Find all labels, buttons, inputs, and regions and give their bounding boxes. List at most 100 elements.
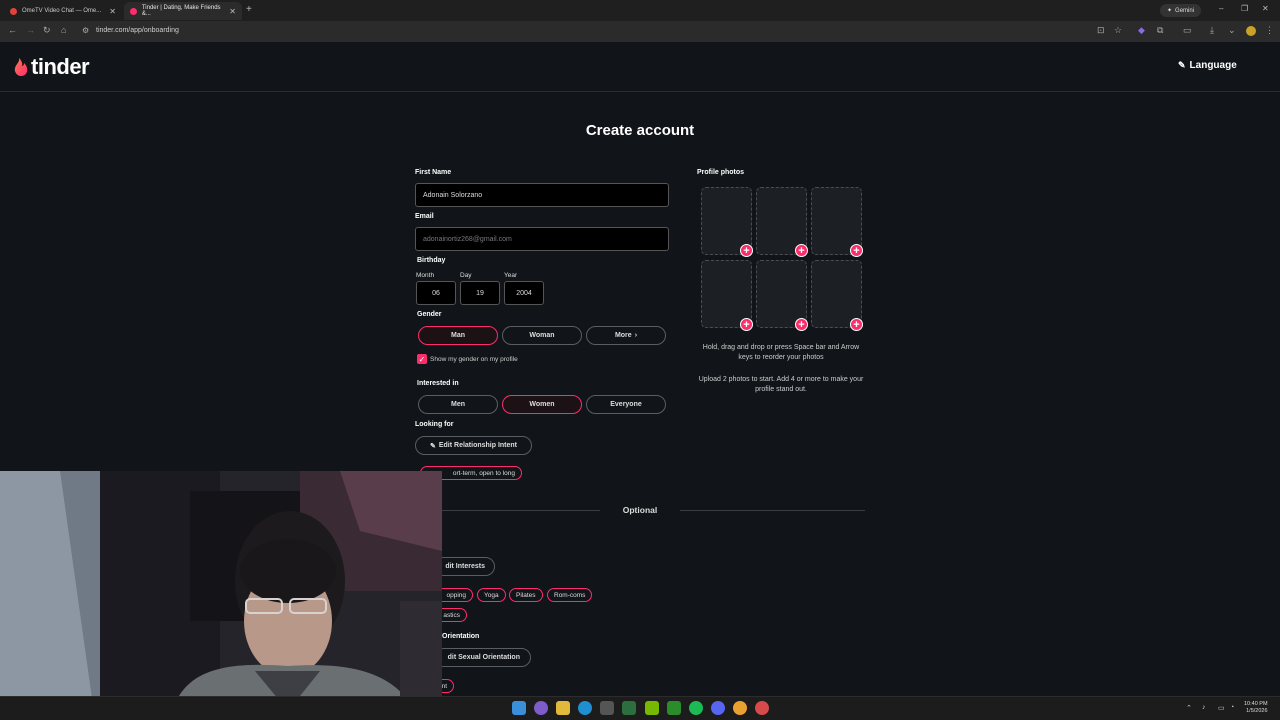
url-field[interactable]: tinder.com/app/onboarding bbox=[96, 27, 179, 34]
chevron-right-icon: › bbox=[634, 332, 638, 339]
gemini-button[interactable]: ✦ Gemini bbox=[1160, 4, 1202, 17]
language-label: Language bbox=[1189, 60, 1237, 71]
add-photo-icon[interactable]: + bbox=[850, 244, 863, 257]
start-icon[interactable] bbox=[512, 701, 526, 715]
minimize-button[interactable]: – bbox=[1219, 4, 1223, 13]
first-name-field[interactable]: Adonain Solorzano bbox=[415, 183, 669, 207]
edge-icon[interactable] bbox=[578, 701, 592, 715]
interest-chip: Pilates bbox=[509, 588, 543, 602]
copilot-icon[interactable] bbox=[534, 701, 548, 715]
profile-photos-label: Profile photos bbox=[697, 169, 745, 176]
close-window-button[interactable]: ✕ bbox=[1262, 4, 1269, 13]
button-label: Men bbox=[451, 401, 465, 408]
gender-woman-button[interactable]: Woman bbox=[502, 326, 582, 345]
add-photo-icon[interactable]: + bbox=[740, 318, 753, 331]
show-gender-checkbox[interactable]: ✓ bbox=[417, 354, 427, 364]
webcam-feed-image bbox=[0, 471, 442, 720]
button-label: Man bbox=[451, 332, 465, 339]
sparkle-icon: ✦ bbox=[1167, 8, 1173, 14]
tray-chevron-icon[interactable]: ⌃ bbox=[1186, 704, 1192, 712]
page-title: Create account bbox=[585, 122, 695, 139]
gemini-label: Gemini bbox=[1175, 7, 1195, 14]
add-photo-icon[interactable]: + bbox=[740, 244, 753, 257]
gender-man-button[interactable]: Man bbox=[418, 326, 498, 345]
email-field[interactable]: adonainortiz268@gmail.com bbox=[415, 227, 669, 251]
bookmark-star-icon[interactable]: ☆ bbox=[1114, 25, 1122, 36]
site-header: tinder ✎ Language bbox=[0, 42, 1280, 92]
tinder-logo[interactable]: tinder bbox=[14, 54, 90, 80]
tab-tinder[interactable]: Tinder | Dating, Make Friends &... ✕ bbox=[124, 2, 242, 20]
nvidia-icon[interactable] bbox=[645, 701, 659, 715]
close-icon[interactable]: ✕ bbox=[229, 7, 236, 16]
add-photo-icon[interactable]: + bbox=[795, 244, 808, 257]
edit-sexual-orientation-button[interactable]: dit Sexual Orientation bbox=[430, 648, 531, 667]
profile-avatar[interactable] bbox=[1246, 26, 1256, 36]
tab-search-icon[interactable]: ⌄ bbox=[1228, 25, 1236, 36]
menu-dots-icon[interactable]: ⋮ bbox=[1265, 25, 1274, 36]
side-panel-icon[interactable]: ▭ bbox=[1183, 25, 1192, 36]
flame-icon bbox=[14, 58, 28, 76]
back-icon[interactable]: ← bbox=[8, 25, 17, 35]
language-button[interactable]: ✎ Language bbox=[1178, 60, 1237, 71]
button-label: Women bbox=[529, 401, 555, 408]
gender-label: Gender bbox=[417, 311, 442, 318]
tinder-favicon-icon bbox=[130, 7, 137, 15]
system-clock[interactable]: 10:40 PM 1/5/2026 bbox=[1244, 701, 1268, 715]
first-name-label: First Name bbox=[415, 169, 452, 176]
extension-icon[interactable]: ◆ bbox=[1138, 25, 1145, 36]
tab-title: Tinder | Dating, Make Friends &... bbox=[141, 5, 221, 17]
day-field[interactable]: 19 bbox=[460, 281, 500, 305]
ometv-favicon-icon bbox=[10, 7, 17, 15]
year-field[interactable]: 2004 bbox=[504, 281, 544, 305]
show-gender-label: Show my gender on my profile bbox=[430, 356, 518, 363]
upload-hint: Upload 2 photos to start. Add 4 or more … bbox=[698, 376, 864, 393]
spotify-icon[interactable] bbox=[689, 701, 703, 715]
restore-button[interactable]: ❐ bbox=[1241, 4, 1248, 13]
site-info-icon[interactable]: ⚙ bbox=[82, 26, 89, 35]
network-icon[interactable]: ◔ bbox=[1230, 704, 1234, 711]
home-icon[interactable]: ⌂ bbox=[61, 25, 66, 35]
year-label: Year bbox=[504, 272, 518, 279]
add-photo-icon[interactable]: + bbox=[850, 318, 863, 331]
clock-time: 10:40 PM bbox=[1244, 701, 1268, 707]
optional-label: Optional bbox=[600, 505, 680, 515]
chrome-icon[interactable] bbox=[733, 701, 747, 715]
translate-icon: ✎ bbox=[1178, 60, 1186, 70]
install-app-icon[interactable]: ⊡ bbox=[1097, 25, 1105, 36]
tab-ometv[interactable]: OmeTV Video Chat — Ome... ✕ bbox=[4, 2, 122, 20]
month-field[interactable]: 06 bbox=[416, 281, 456, 305]
mic-icon[interactable]: ♪ bbox=[1202, 704, 1206, 711]
windows-taskbar: ⌃ ♪ ▭ ◔ 10:40 PM 1/5/2026 bbox=[0, 696, 1280, 720]
download-icon[interactable]: ⤓ bbox=[1210, 25, 1214, 36]
looking-for-label: Looking for bbox=[415, 421, 454, 428]
xbox-icon[interactable] bbox=[667, 701, 681, 715]
button-label: Everyone bbox=[610, 401, 642, 408]
interested-everyone-button[interactable]: Everyone bbox=[586, 395, 666, 414]
button-label: Woman bbox=[529, 332, 555, 339]
month-label: Month bbox=[416, 272, 435, 279]
logo-text: tinder bbox=[31, 54, 90, 79]
pencil-icon: ✎ bbox=[429, 442, 436, 450]
button-label: dit Interests bbox=[445, 563, 485, 570]
button-label: Edit Relationship Intent bbox=[438, 442, 518, 449]
interested-men-button[interactable]: Men bbox=[418, 395, 498, 414]
terminal-icon[interactable] bbox=[622, 701, 636, 715]
display-icon[interactable]: ▭ bbox=[1218, 704, 1225, 712]
close-icon[interactable]: ✕ bbox=[109, 7, 116, 16]
discord-icon[interactable] bbox=[711, 701, 725, 715]
webcam-overlay bbox=[0, 471, 442, 720]
forward-icon[interactable]: → bbox=[26, 25, 35, 35]
extensions-puzzle-icon[interactable]: ⧉ bbox=[1157, 25, 1163, 36]
reload-icon[interactable]: ↻ bbox=[43, 25, 51, 36]
add-photo-icon[interactable]: + bbox=[795, 318, 808, 331]
file-explorer-icon[interactable] bbox=[556, 701, 570, 715]
new-tab-button[interactable]: + bbox=[246, 4, 252, 15]
reorder-hint: Hold, drag and drop or press Space bar a… bbox=[702, 344, 860, 361]
edit-relationship-intent-button[interactable]: ✎ Edit Relationship Intent bbox=[415, 436, 532, 455]
birthday-label: Birthday bbox=[417, 257, 446, 264]
app-icon[interactable] bbox=[755, 701, 769, 715]
store-icon[interactable] bbox=[600, 701, 614, 715]
tab-title: OmeTV Video Chat — Ome... bbox=[22, 8, 102, 14]
interested-women-button[interactable]: Women bbox=[502, 395, 582, 414]
gender-more-button[interactable]: More › bbox=[586, 326, 666, 345]
